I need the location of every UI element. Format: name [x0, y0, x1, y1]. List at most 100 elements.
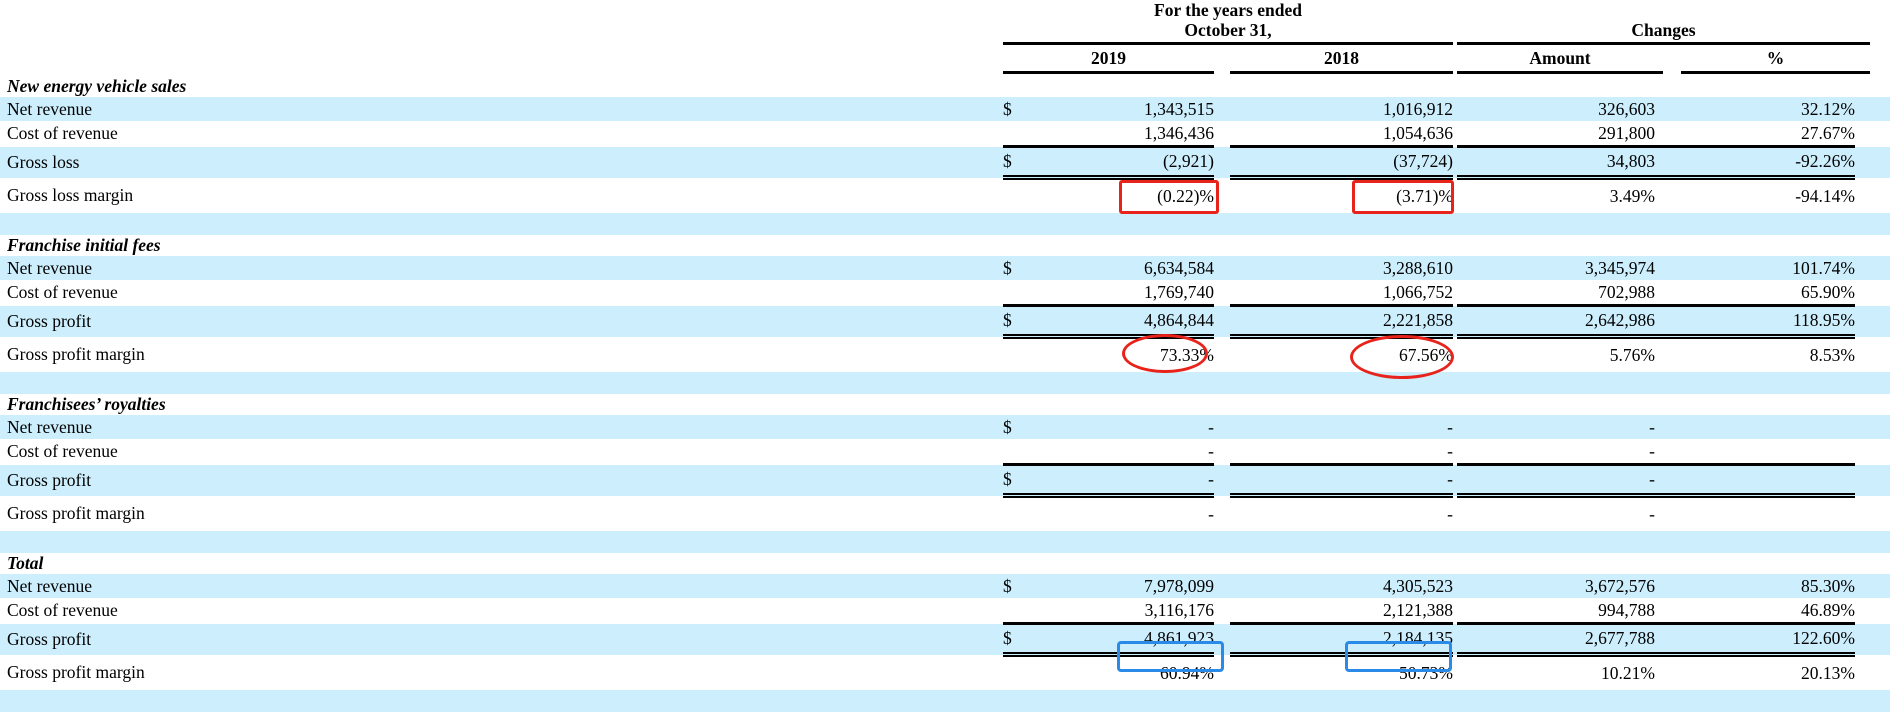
gap	[1855, 464, 1891, 496]
table-row: Cost of revenue 3,116,176 2,121,388 994,788…	[0, 598, 1890, 624]
change-pct: 65.90%	[1801, 281, 1855, 302]
gap	[1655, 574, 1681, 598]
dollar-sign: $	[1003, 574, 1033, 598]
gap	[1214, 415, 1230, 439]
change-amount: 291,800	[1598, 122, 1655, 143]
change-amount: 5.76%	[1609, 345, 1655, 365]
row-label: Net revenue	[0, 415, 1003, 439]
gap	[1655, 145, 1681, 180]
gap	[1655, 178, 1681, 214]
gap	[1855, 415, 1891, 439]
value-2019: -	[1208, 504, 1214, 524]
row-label: Cost of revenue	[7, 441, 118, 462]
change-pct: -92.26%	[1681, 145, 1855, 180]
spacer	[0, 372, 1891, 394]
dollar-sign	[1003, 598, 1033, 624]
change-pct: 46.89%	[1801, 599, 1855, 620]
change-amount: 2,677,788	[1457, 622, 1655, 657]
gap	[1855, 337, 1890, 373]
row-label: Gross profit margin	[7, 661, 145, 682]
value-2018: 2,121,388	[1383, 599, 1453, 620]
value-2018: (37,724)	[1230, 145, 1453, 180]
section-title: Franchisees’ royalties	[7, 394, 166, 414]
dollar-sign	[1003, 496, 1033, 532]
gap	[1655, 415, 1681, 439]
table-row: Net revenue $7,978,099 4,305,523 3,672,576 8…	[0, 574, 1891, 598]
change-amount: 326,603	[1457, 97, 1655, 121]
change-amount: 702,988	[1598, 281, 1655, 302]
section-title: New energy vehicle sales	[7, 76, 187, 96]
gap	[1214, 280, 1230, 306]
value-2018: 2,221,858	[1230, 304, 1453, 339]
value-2018: 1,066,752	[1383, 281, 1453, 302]
change-pct: 8.53%	[1809, 345, 1855, 365]
change-pct	[1681, 463, 1855, 498]
dollar-sign: $	[1003, 622, 1033, 657]
dollar-sign	[1003, 337, 1033, 373]
gap	[1655, 463, 1681, 498]
value-2018: -	[1230, 463, 1453, 498]
spacer-row	[0, 372, 1891, 394]
header-rule	[1003, 42, 1453, 45]
dollar-sign	[1003, 178, 1033, 214]
change-pct	[1681, 415, 1855, 439]
table-row: Cost of revenue 1,769,740 1,066,752 702,988…	[0, 280, 1890, 306]
column-header-amount: Amount	[1529, 48, 1591, 68]
change-amount: 10.21%	[1601, 663, 1655, 683]
column-header-2019: 2019	[1091, 48, 1126, 68]
change-amount: -	[1649, 504, 1655, 524]
value-2018: -	[1230, 415, 1453, 439]
row-label: Net revenue	[0, 97, 1003, 121]
table-row: Cost of revenue 1,346,436 1,054,636 291,800…	[0, 121, 1890, 147]
section-title-row: Total	[0, 553, 1890, 574]
change-amount: 3,672,576	[1457, 574, 1655, 598]
change-pct: 32.12%	[1681, 97, 1855, 121]
gap	[1655, 622, 1681, 657]
row-label: Gross loss margin	[7, 184, 134, 205]
gap	[1655, 256, 1681, 280]
gap	[1855, 655, 1890, 691]
dollar-sign: $	[1003, 256, 1033, 280]
row-label: Gross profit	[0, 464, 1003, 496]
value-2018: -	[1447, 440, 1453, 461]
value-2018: -	[1447, 504, 1453, 524]
gap	[1855, 496, 1890, 532]
gap	[1655, 496, 1681, 532]
table-row: Cost of revenue - - -	[0, 439, 1890, 465]
change-pct: 85.30%	[1681, 574, 1855, 598]
change-pct	[1681, 439, 1855, 465]
gap	[1655, 655, 1681, 691]
gap	[1655, 598, 1681, 624]
section-title-row: Franchise initial fees	[0, 235, 1890, 256]
value-2018: 4,305,523	[1230, 574, 1453, 598]
table-row: Gross profit margin 60.94% 50.73% 10.21% 20.…	[0, 655, 1890, 691]
spacer-row	[0, 531, 1891, 553]
red-ellipse-annotation	[1122, 334, 1208, 373]
change-pct: 122.60%	[1681, 622, 1855, 657]
section-title-row: Franchisees’ royalties	[0, 394, 1890, 415]
gap	[1214, 305, 1230, 337]
dollar-sign	[1003, 280, 1033, 306]
row-label: Gross loss	[0, 146, 1003, 178]
dollar-sign: $	[1003, 463, 1033, 498]
value-2019: 7,978,099	[1033, 574, 1214, 598]
spacer	[0, 213, 1891, 235]
table-row: Gross profit $ - - -	[0, 463, 1891, 498]
section-title-row: New energy vehicle sales	[0, 76, 1890, 97]
gap	[1214, 146, 1230, 178]
table-row: Net revenue $ - - -	[0, 415, 1891, 439]
header-rule	[1230, 71, 1453, 74]
value-2019: 6,634,584	[1033, 256, 1214, 280]
table-row: Net revenue $6,634,584 3,288,610 3,345,974 1…	[0, 256, 1891, 280]
gap	[1214, 256, 1230, 280]
gap	[1655, 121, 1681, 147]
period-header-line2: October 31,	[1184, 20, 1272, 40]
spacer-row	[0, 213, 1891, 235]
change-amount: -	[1457, 415, 1655, 439]
red-box-annotation	[1352, 180, 1454, 214]
gap	[1855, 574, 1891, 598]
change-amount: -	[1457, 463, 1655, 498]
gap	[1214, 97, 1230, 121]
row-label: Cost of revenue	[7, 282, 118, 303]
change-amount: 3.49%	[1609, 186, 1655, 206]
